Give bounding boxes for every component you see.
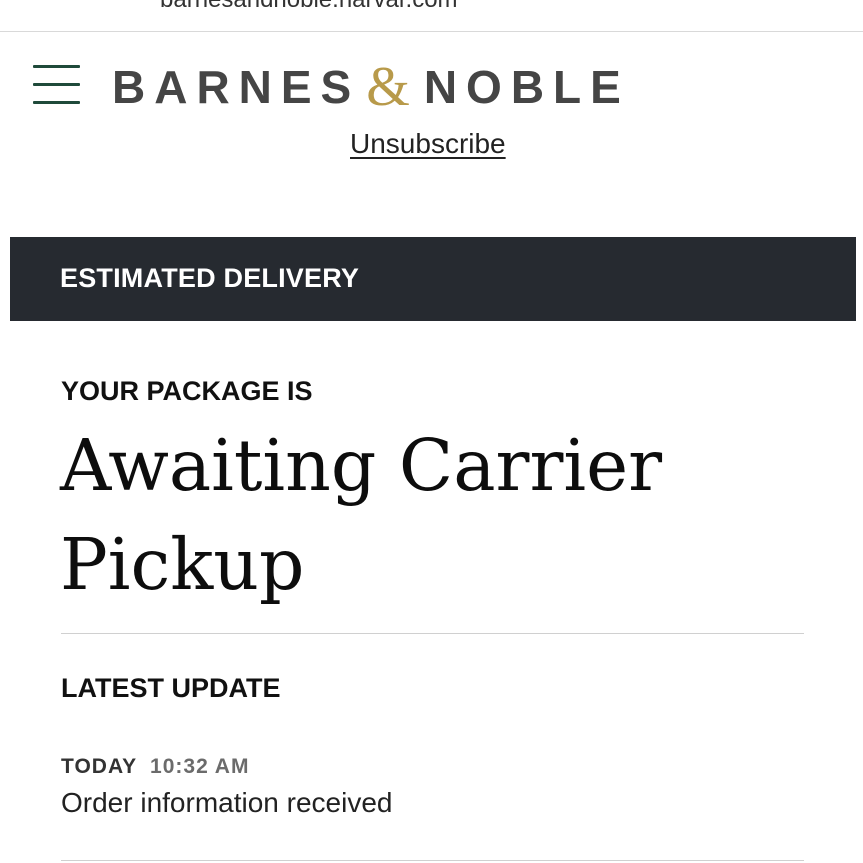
- package-status-label: YOUR PACKAGE IS: [61, 376, 313, 406]
- divider: [61, 633, 804, 634]
- logo-ampersand: &: [366, 56, 410, 118]
- update-description: Order information received: [61, 787, 393, 818]
- divider: [61, 860, 804, 861]
- tracking-page: barnesandnoble.narvar.com BARNES & NOBLE…: [0, 0, 863, 863]
- menu-line-middle: [33, 83, 80, 86]
- menu-line-bottom: [33, 101, 80, 104]
- menu-line-top: [33, 65, 80, 68]
- update-timestamp: TODAY 10:32 AM: [61, 755, 249, 779]
- unsubscribe-link[interactable]: Unsubscribe: [350, 128, 506, 160]
- banner-title: ESTIMATED DELIVERY: [60, 263, 360, 293]
- latest-update-heading: LATEST UPDATE: [61, 673, 281, 703]
- browser-url-bar[interactable]: barnesandnoble.narvar.com: [0, 0, 863, 32]
- update-time: 10:32 AM: [150, 755, 250, 778]
- estimated-delivery-banner: ESTIMATED DELIVERY: [10, 237, 856, 321]
- logo-word-barnes: BARNES: [112, 61, 361, 113]
- barnes-noble-logo[interactable]: BARNES & NOBLE: [112, 57, 630, 117]
- update-day: TODAY: [61, 755, 138, 778]
- url-text[interactable]: barnesandnoble.narvar.com: [160, 0, 458, 14]
- hamburger-menu-icon[interactable]: [33, 65, 81, 105]
- logo-word-noble: NOBLE: [423, 61, 630, 113]
- package-status: Awaiting Carrier Pickup: [60, 424, 663, 606]
